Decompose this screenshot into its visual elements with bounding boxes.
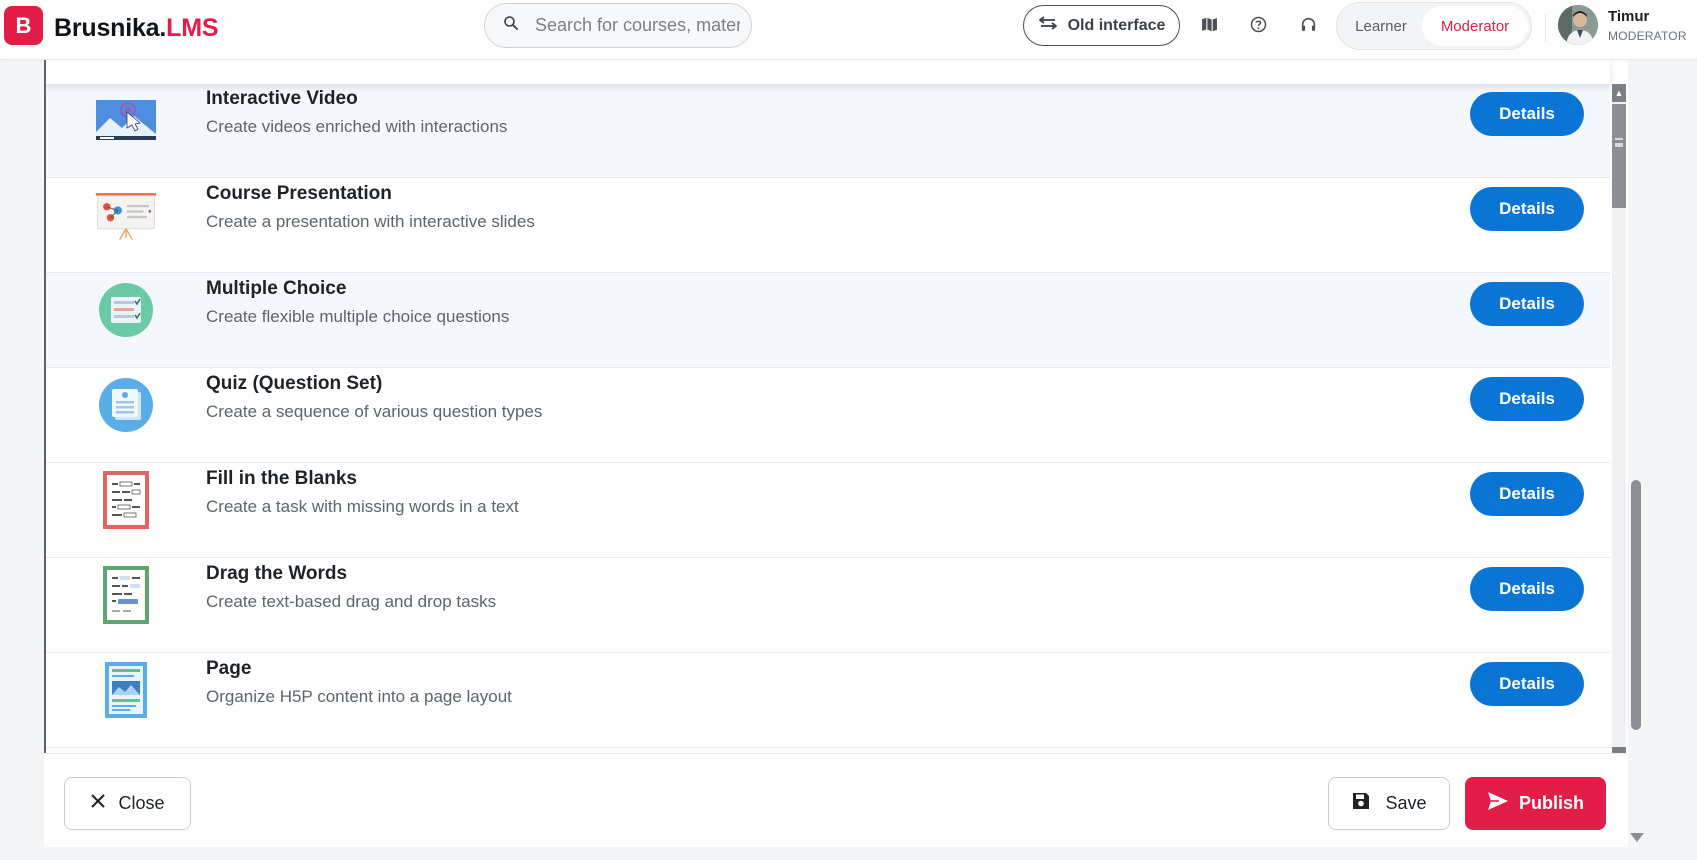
- item-title: Drag the Words: [206, 563, 348, 584]
- interactive-video-icon: [94, 89, 158, 151]
- list-scrollbar[interactable]: ▲: [1612, 84, 1626, 753]
- details-button-multiple-choice[interactable]: Details: [1470, 282, 1584, 326]
- fill-blanks-icon: [94, 469, 158, 531]
- avatar[interactable]: [1558, 5, 1598, 45]
- brand-name-main: Brusnika.: [54, 14, 167, 42]
- top-header: B Brusnika.LMS Old interface Learner Mod…: [0, 0, 1697, 60]
- search-box[interactable]: [484, 3, 752, 48]
- user-role: MODERATOR: [1608, 29, 1687, 43]
- editor-footer: Close Save Publish: [44, 753, 1628, 847]
- item-title: Page: [206, 658, 252, 679]
- search-input[interactable]: [535, 15, 740, 36]
- floppy-disk-icon: [1351, 791, 1371, 816]
- headset-icon[interactable]: [1297, 13, 1319, 35]
- role-learner-option[interactable]: Learner: [1340, 6, 1422, 46]
- scroll-down-icon[interactable]: [1630, 833, 1644, 842]
- details-button-fill-blanks[interactable]: Details: [1470, 472, 1584, 516]
- publish-button[interactable]: Publish: [1465, 777, 1606, 830]
- list-item-page[interactable]: Page Organize H5P content into a page la…: [46, 653, 1610, 748]
- old-interface-button[interactable]: Old interface: [1023, 5, 1180, 46]
- scroll-up-icon[interactable]: ▲: [1612, 84, 1626, 102]
- details-button-question-set[interactable]: Details: [1470, 377, 1584, 421]
- details-button-course-presentation[interactable]: Details: [1470, 187, 1584, 231]
- send-icon: [1487, 791, 1509, 816]
- multiple-choice-icon: [94, 279, 158, 341]
- drag-words-icon: [94, 564, 158, 626]
- brand-name[interactable]: Brusnika.LMS: [54, 14, 219, 43]
- search-icon: [503, 15, 519, 36]
- save-button[interactable]: Save: [1328, 777, 1450, 830]
- scroll-down-stub[interactable]: [1612, 747, 1626, 753]
- content-type-browser: Interactive Video Create videos enriched…: [44, 60, 1628, 753]
- item-description: Create a presentation with interactive s…: [206, 212, 535, 231]
- item-title: Multiple Choice: [206, 278, 347, 299]
- list-item-course-presentation[interactable]: Course Presentation Create a presentatio…: [46, 178, 1610, 273]
- page-scrollbar[interactable]: [1628, 60, 1648, 860]
- publish-label: Publish: [1518, 793, 1584, 813]
- brand-logo[interactable]: B: [4, 6, 43, 45]
- details-button-page[interactable]: Details: [1470, 662, 1584, 706]
- map-icon[interactable]: [1198, 13, 1220, 35]
- page-scrollbar-thumb[interactable]: [1631, 480, 1641, 730]
- item-description: Create flexible multiple choice question…: [206, 307, 510, 326]
- header-divider: [1545, 14, 1546, 42]
- help-icon[interactable]: [1247, 13, 1269, 35]
- item-title: Quiz (Question Set): [206, 373, 383, 394]
- close-icon: [90, 793, 106, 814]
- item-title: Interactive Video: [206, 88, 358, 109]
- item-description: Create text-based drag and drop tasks: [206, 592, 497, 611]
- question-set-icon: [94, 374, 158, 436]
- close-label: Close: [118, 793, 165, 813]
- close-button[interactable]: Close: [64, 777, 191, 830]
- item-description: Create a sequence of various question ty…: [206, 402, 543, 421]
- list-item-multiple-choice[interactable]: Multiple Choice Create flexible multiple…: [46, 273, 1610, 368]
- old-interface-label: Old interface: [1067, 16, 1166, 34]
- page-layout-icon: [94, 659, 158, 721]
- details-button-drag-words[interactable]: Details: [1470, 567, 1584, 611]
- list-scrollbar-thumb[interactable]: [1612, 104, 1626, 208]
- role-moderator-option[interactable]: Moderator: [1422, 6, 1528, 46]
- item-description: Organize H5P content into a page layout: [206, 687, 512, 706]
- item-description: Create a task with missing words in a te…: [206, 497, 519, 516]
- list-item-drag-words[interactable]: Drag the Words Create text-based drag an…: [46, 558, 1610, 653]
- item-title: Fill in the Blanks: [206, 468, 357, 489]
- item-title: Course Presentation: [206, 183, 392, 204]
- details-button-interactive-video[interactable]: Details: [1470, 92, 1584, 136]
- role-switcher: Learner Moderator: [1336, 2, 1532, 50]
- save-label: Save: [1385, 793, 1427, 813]
- item-description: Create videos enriched with interactions: [206, 117, 508, 136]
- user-name[interactable]: Timur: [1608, 8, 1649, 25]
- brand-name-accent: LMS: [166, 14, 219, 42]
- course-presentation-icon: [94, 184, 158, 246]
- content-type-list: Interactive Video Create videos enriched…: [46, 83, 1610, 753]
- list-item-fill-blanks[interactable]: Fill in the Blanks Create a task with mi…: [46, 463, 1610, 558]
- list-top-edge: [46, 60, 1610, 84]
- swap-arrows-icon: [1038, 16, 1058, 35]
- list-item-question-set[interactable]: Quiz (Question Set) Create a sequence of…: [46, 368, 1610, 463]
- list-item-interactive-video[interactable]: Interactive Video Create videos enriched…: [46, 83, 1610, 178]
